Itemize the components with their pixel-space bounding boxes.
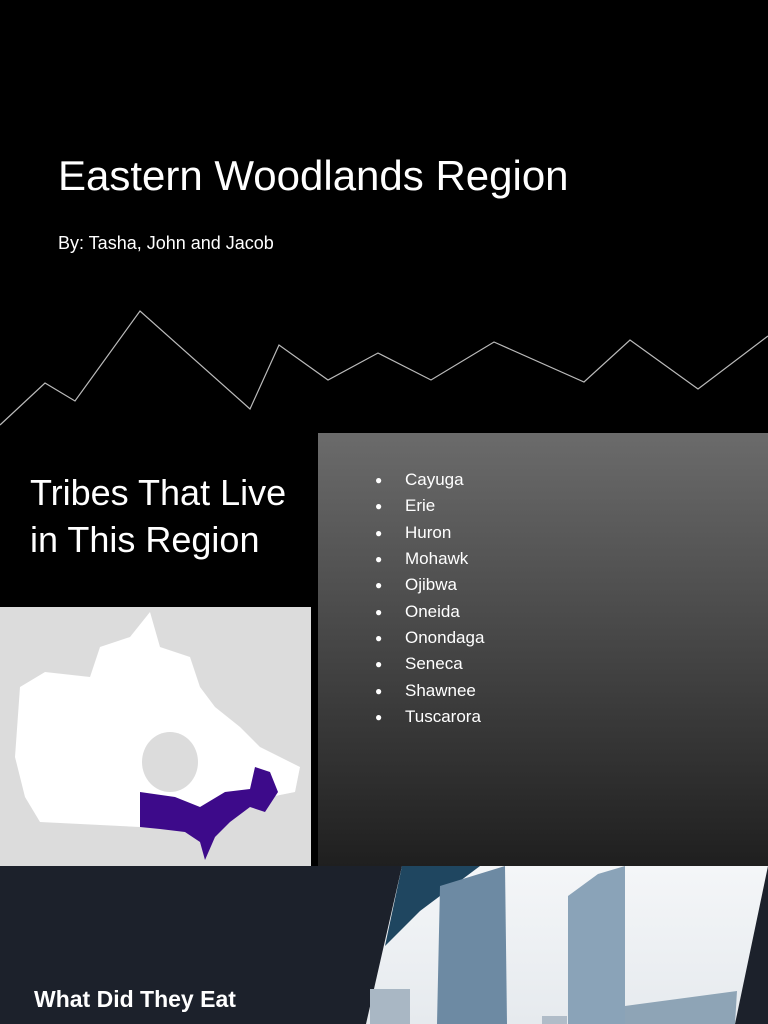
list-item: ● Oneida [375, 601, 460, 621]
list-item: ● Cayuga [375, 470, 464, 490]
title-slide: Eastern Woodlands Region By: Tasha, John… [0, 0, 768, 433]
list-item: ● Ojibwa [375, 575, 457, 595]
list-item: ● Mohawk [375, 549, 469, 569]
list-item: ● Huron [375, 522, 452, 542]
food-heading: What Did They Eat [34, 986, 236, 1012]
tribes-heading: Tribes That Live in This Region [30, 472, 287, 560]
tribes-slide: Tribes That Live in This Region ● Cayuga … [0, 433, 768, 866]
canada-map-image [0, 607, 311, 866]
list-item: ● Seneca [375, 654, 463, 674]
list-item: ● Tuscarora [375, 706, 481, 726]
mountain-line-decoration [0, 310, 768, 426]
list-item: ● Shawnee [375, 680, 476, 700]
tribes-list: ● Cayuga ● Erie ● Huron ● Mohawk ● Ojibwa ● On… [375, 467, 484, 730]
food-slide: What Did They Eat [0, 866, 768, 1024]
list-item: ● Erie [375, 496, 436, 516]
list-item: ● Onondaga [375, 627, 485, 647]
